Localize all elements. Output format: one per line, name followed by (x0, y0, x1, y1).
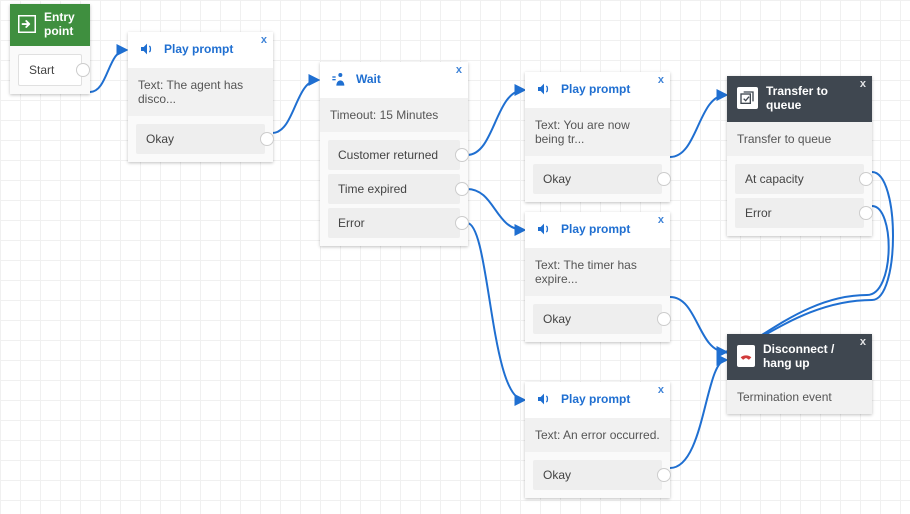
output-okay[interactable]: Okay (533, 164, 662, 194)
output-label: Customer returned (338, 148, 438, 162)
output-label: Time expired (338, 182, 407, 196)
node-play-prompt-being-transferred[interactable]: Play prompt x Text: You are now being tr… (525, 72, 670, 202)
entry-arrow-icon (18, 15, 36, 33)
output-start[interactable]: Start (18, 54, 82, 86)
output-error[interactable]: Error (328, 208, 460, 238)
node-header: Play prompt x (525, 382, 670, 418)
output-port[interactable] (455, 182, 469, 196)
node-header: Transfer to queue x (727, 76, 872, 122)
node-transfer-to-queue[interactable]: Transfer to queue x Transfer to queue At… (727, 76, 872, 236)
close-icon[interactable]: x (860, 78, 866, 90)
output-port[interactable] (859, 206, 873, 220)
output-port[interactable] (657, 468, 671, 482)
output-okay[interactable]: Okay (136, 124, 265, 154)
node-header: Entry point (10, 4, 90, 46)
node-title: Wait (356, 72, 381, 86)
transfer-queue-icon (737, 87, 758, 109)
speaker-icon (138, 40, 156, 58)
output-time-expired[interactable]: Time expired (328, 174, 460, 204)
output-at-capacity[interactable]: At capacity (735, 164, 864, 194)
node-body: Text: You are now being tr... (525, 108, 670, 156)
node-body: Transfer to queue (727, 122, 872, 156)
close-icon[interactable]: x (456, 64, 462, 76)
node-title: Play prompt (561, 392, 630, 406)
close-icon[interactable]: x (658, 214, 664, 226)
node-title: Play prompt (561, 82, 630, 96)
speaker-icon (535, 80, 553, 98)
output-port[interactable] (455, 216, 469, 230)
node-wait[interactable]: Wait x Timeout: 15 Minutes Customer retu… (320, 62, 468, 246)
speaker-icon (535, 390, 553, 408)
wait-person-icon (330, 70, 348, 88)
node-body: Timeout: 15 Minutes (320, 98, 468, 132)
node-title: Play prompt (164, 42, 233, 56)
node-header: Disconnect / hang up x (727, 334, 872, 380)
node-title: Disconnect / hang up (763, 342, 862, 370)
speaker-icon (535, 220, 553, 238)
output-port[interactable] (657, 312, 671, 326)
close-icon[interactable]: x (658, 384, 664, 396)
output-port[interactable] (260, 132, 274, 146)
output-port[interactable] (657, 172, 671, 186)
close-icon[interactable]: x (261, 34, 267, 46)
close-icon[interactable]: x (860, 336, 866, 348)
node-entry-point[interactable]: Entry point Start (10, 4, 90, 94)
output-label: Okay (543, 468, 571, 482)
node-header: Play prompt x (128, 32, 273, 68)
close-icon[interactable]: x (658, 74, 664, 86)
output-port[interactable] (455, 148, 469, 162)
output-error[interactable]: Error (735, 198, 864, 228)
node-title: Play prompt (561, 222, 630, 236)
node-body: Text: An error occurred. (525, 418, 670, 452)
output-port[interactable] (859, 172, 873, 186)
output-label: Okay (543, 312, 571, 326)
output-customer-returned[interactable]: Customer returned (328, 140, 460, 170)
node-play-prompt-timer-expired[interactable]: Play prompt x Text: The timer has expire… (525, 212, 670, 342)
output-label: Start (29, 63, 54, 77)
output-label: Error (338, 216, 365, 230)
output-label: Okay (146, 132, 174, 146)
output-label: Okay (543, 172, 571, 186)
output-port[interactable] (76, 63, 90, 77)
node-header: Play prompt x (525, 72, 670, 108)
output-label: Error (745, 206, 772, 220)
node-play-prompt-error[interactable]: Play prompt x Text: An error occurred. O… (525, 382, 670, 498)
hangup-phone-icon (737, 345, 755, 367)
output-okay[interactable]: Okay (533, 460, 662, 490)
node-title: Transfer to queue (766, 84, 862, 112)
output-okay[interactable]: Okay (533, 304, 662, 334)
node-disconnect-hangup[interactable]: Disconnect / hang up x Termination event (727, 334, 872, 414)
node-play-prompt-agent-disco[interactable]: Play prompt x Text: The agent has disco.… (128, 32, 273, 162)
node-body: Text: The agent has disco... (128, 68, 273, 116)
node-header: Wait x (320, 62, 468, 98)
node-header: Play prompt x (525, 212, 670, 248)
output-label: At capacity (745, 172, 804, 186)
node-body: Text: The timer has expire... (525, 248, 670, 296)
node-title: Entry point (44, 10, 82, 38)
node-body: Termination event (727, 380, 872, 414)
